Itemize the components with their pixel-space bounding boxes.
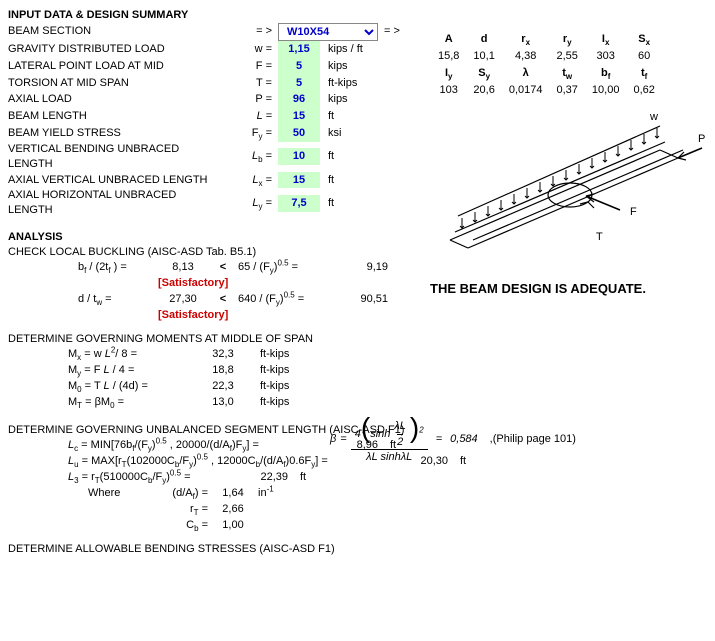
moment-row: My = F L / 4 =18,8ft-kips xyxy=(8,363,707,379)
where-rT: rT = 2,66 xyxy=(8,502,707,518)
ax-vert-unbraced-input[interactable]: 15 xyxy=(278,172,320,189)
moments-heading: DETERMINE GOVERNING MOMENTS AT MIDDLE OF… xyxy=(8,332,707,347)
prop-header-1: A d rx ry Ix Sx xyxy=(432,32,661,47)
l3-line: L3 = rT(510000Cb/Fy)0.5 = 22,39 ft xyxy=(8,470,707,486)
beta-formula: β= 4(sinhλL2)2 λL sinhλL = 0,584 ,(Phili… xyxy=(330,414,576,465)
torsion-input[interactable]: 5 xyxy=(278,75,320,92)
moment-row: Mx = w L2/ 8 =32,3ft-kips xyxy=(8,347,707,363)
satisfactory-1: [Satisfactory] xyxy=(158,276,228,291)
prop-row-2: 103 20,6 0,0174 0,37 10,00 0,62 xyxy=(432,83,661,98)
moment-row: MT = βM0 =13,0ft-kips xyxy=(8,395,707,411)
beam-length-input[interactable]: 15 xyxy=(278,108,320,125)
axial-load-input[interactable]: 96 xyxy=(278,91,320,108)
adequate-message: THE BEAM DESIGN IS ADEQUATE. xyxy=(430,280,646,298)
moment-row: M0 = T L / (4d) =22,3ft-kips xyxy=(8,379,707,395)
prop-header-2: Iy Sy λ tw bf tf xyxy=(432,66,661,81)
section-properties: A d rx ry Ix Sx 15,8 10,1 4,38 2,55 303 … xyxy=(430,30,663,99)
lateral-point-input[interactable]: 5 xyxy=(278,58,320,75)
diagram-label-w: w xyxy=(649,111,658,123)
ax-horiz-unbraced-input[interactable]: 7,5 xyxy=(278,195,320,212)
beam-diagram: w P F T xyxy=(420,100,710,270)
diagram-label-T: T xyxy=(596,231,603,243)
page-title: INPUT DATA & DESIGN SUMMARY xyxy=(8,8,707,23)
beam-section-select[interactable]: W10X54 xyxy=(278,23,378,41)
label: BEAM SECTION xyxy=(8,24,218,39)
vert-unbraced-input[interactable]: 10 xyxy=(278,148,320,165)
where-Cb: Cb = 1,00 xyxy=(8,518,707,534)
yield-stress-input[interactable]: 50 xyxy=(278,125,320,142)
allowable-heading: DETERMINE ALLOWABLE BENDING STRESSES (AI… xyxy=(8,542,707,557)
satisfactory-2: [Satisfactory] xyxy=(158,308,228,323)
eq-symbol: = > xyxy=(218,24,278,39)
arrow: = > xyxy=(378,24,406,39)
gravity-load-input[interactable]: 1,15 xyxy=(278,41,320,58)
where-d-af: Where (d/Af) = 1,64 in-1 xyxy=(8,486,707,502)
diagram-label-P: P xyxy=(698,133,705,145)
diagram-label-F: F xyxy=(630,206,637,218)
prop-row-1: 15,8 10,1 4,38 2,55 303 60 xyxy=(432,49,661,64)
